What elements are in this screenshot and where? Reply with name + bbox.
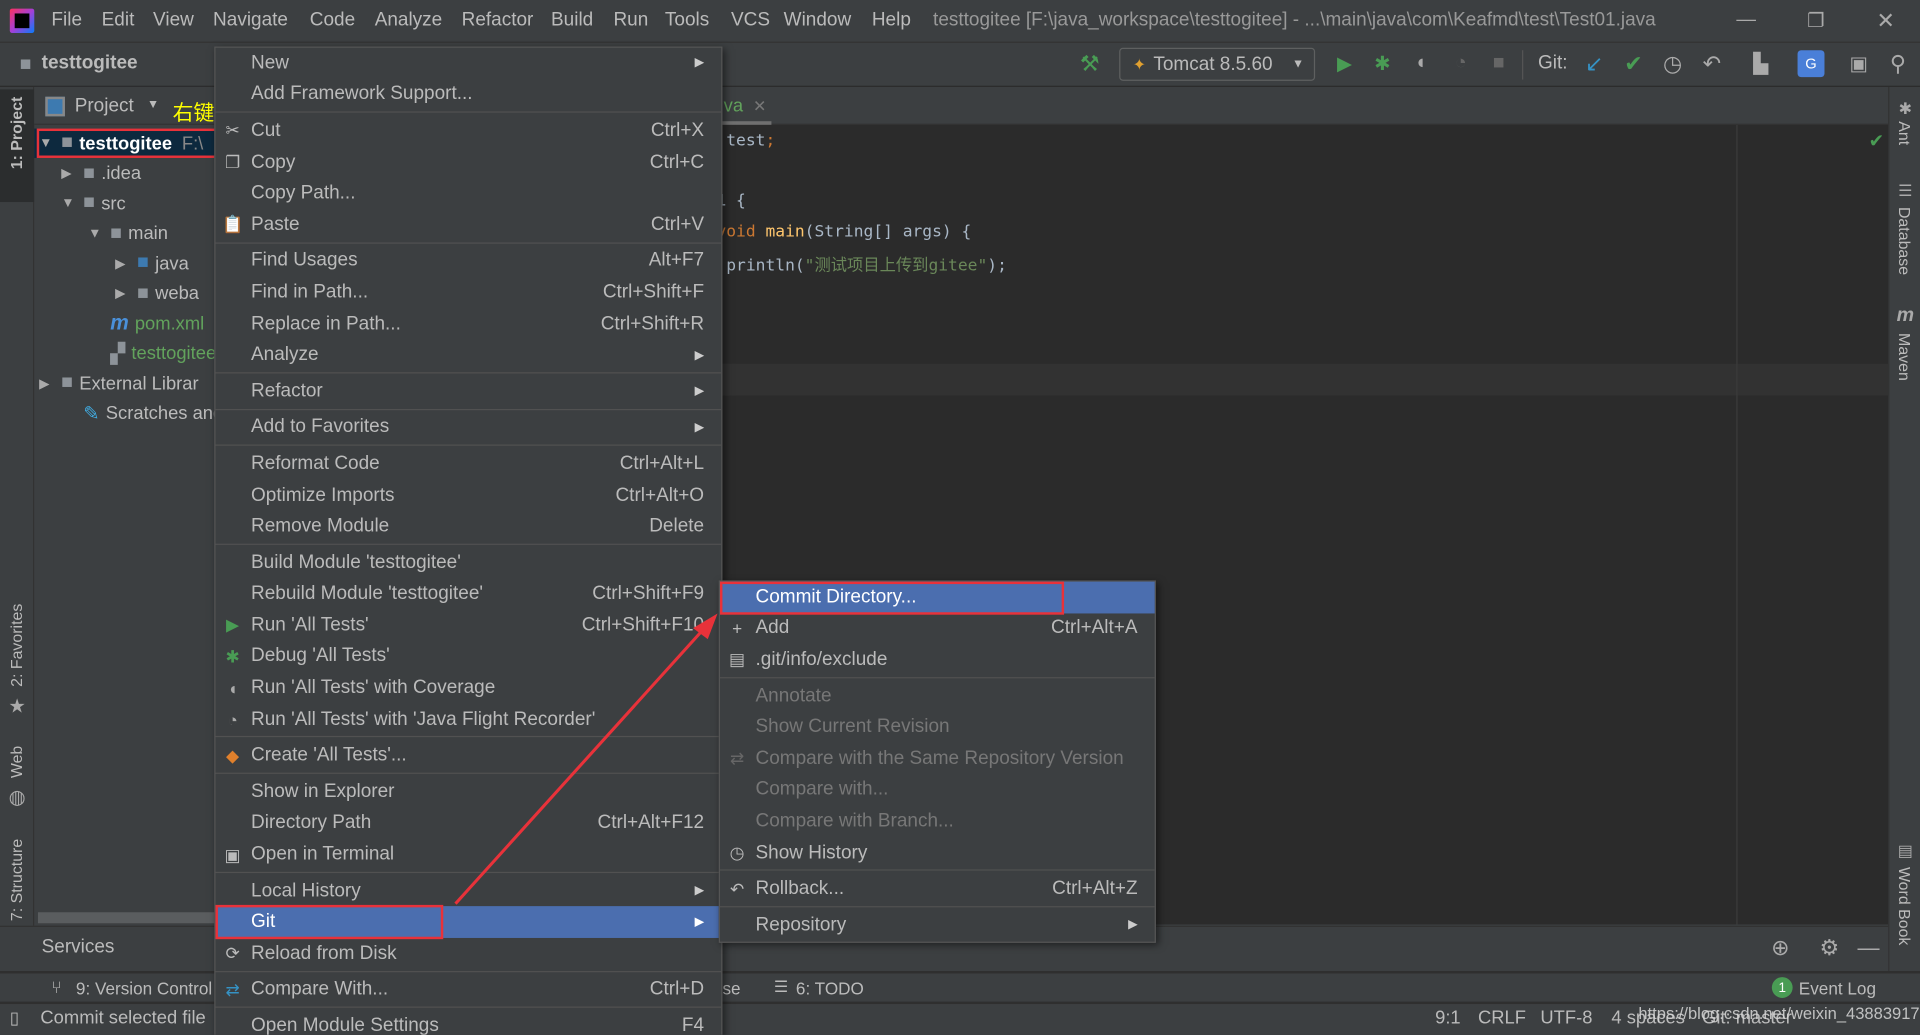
ide-window: File Edit View Navigate Code Analyze Refactor B… <box>0 0 1920 1035</box>
annotation-arrow <box>454 613 718 905</box>
